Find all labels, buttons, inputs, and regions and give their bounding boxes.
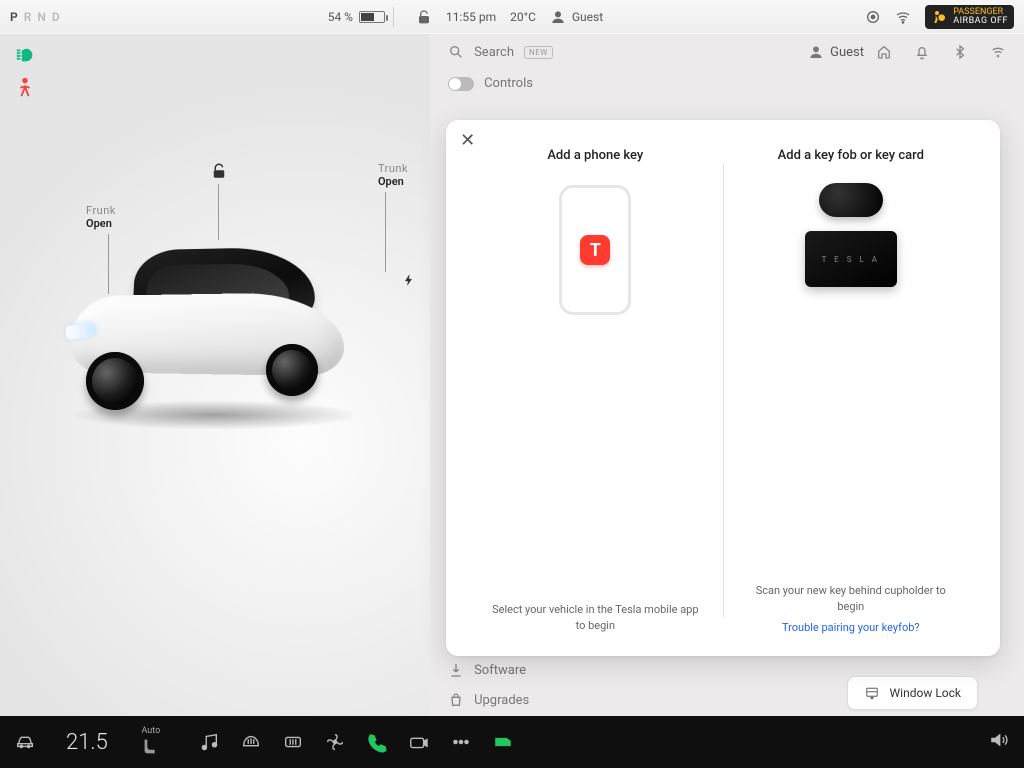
telltale-cluster bbox=[14, 44, 36, 98]
person-icon bbox=[808, 44, 824, 60]
fan-button[interactable] bbox=[324, 731, 346, 753]
trunk-button[interactable]: Trunk Open bbox=[378, 162, 408, 188]
phone-button[interactable] bbox=[366, 731, 388, 753]
settings-panel: Search NEW Guest Controls bbox=[430, 34, 1024, 716]
headlight-icon bbox=[14, 44, 36, 66]
volume-button[interactable] bbox=[988, 729, 1010, 755]
wifi-small-icon[interactable] bbox=[990, 44, 1006, 60]
camera-button[interactable] bbox=[408, 731, 430, 753]
vehicle-lock-button[interactable] bbox=[210, 162, 228, 184]
driver-profile-chip[interactable]: Guest bbox=[808, 44, 864, 60]
toggle-icon bbox=[448, 77, 474, 91]
seat-heater-button[interactable]: Auto bbox=[140, 726, 162, 758]
sentry-icon[interactable] bbox=[865, 9, 881, 25]
keycard-graphic: T E S L A bbox=[805, 231, 897, 287]
list-item-label: Software bbox=[474, 663, 526, 678]
profile-name: Guest bbox=[572, 10, 603, 24]
bluetooth-icon[interactable] bbox=[952, 44, 968, 60]
add-keyfob-option[interactable]: Add a key fob or key card T E S L A Scan… bbox=[724, 144, 978, 638]
option-desc: Select your vehicle in the Tesla mobile … bbox=[486, 602, 704, 634]
controls-label: Controls bbox=[484, 76, 533, 91]
clock: 11:55 pm bbox=[446, 10, 496, 24]
gear-selector: PRND bbox=[10, 10, 66, 24]
main-area: Frunk Open Trunk Open bbox=[0, 34, 1024, 716]
defrost-front-button[interactable] bbox=[240, 731, 262, 753]
airbag-warning: PASSENGERAIRBAG OFF bbox=[925, 5, 1014, 29]
bell-icon[interactable] bbox=[914, 44, 930, 60]
window-lock-icon bbox=[864, 685, 880, 701]
unlock-icon bbox=[416, 9, 432, 25]
outside-temp[interactable]: 20°C bbox=[510, 10, 536, 24]
tesla-app-icon: T bbox=[580, 235, 610, 265]
frunk-button[interactable]: Frunk Open bbox=[86, 204, 116, 230]
window-lock-button[interactable]: Window Lock bbox=[847, 676, 978, 710]
wifi-icon[interactable] bbox=[895, 9, 911, 25]
trouble-pairing-link[interactable]: Trouble pairing your keyfob? bbox=[782, 621, 920, 634]
bottom-dock: 21.5 Auto bbox=[0, 716, 1024, 768]
battery-status[interactable]: 54 % bbox=[328, 10, 385, 24]
cabin-temp[interactable]: 21.5 bbox=[66, 730, 108, 755]
add-phone-key-option[interactable]: Add a phone key T Select your vehicle in… bbox=[468, 144, 722, 638]
bag-icon bbox=[448, 692, 464, 708]
search-label: Search bbox=[474, 45, 514, 60]
status-bar: PRND 54 % 11:55 pm 20°C Guest PASSENGERA… bbox=[0, 0, 1024, 34]
settings-search[interactable]: Search NEW bbox=[448, 44, 796, 60]
profile-chip-label: Guest bbox=[830, 45, 864, 60]
settings-tab-controls[interactable]: Controls bbox=[430, 70, 1024, 97]
battery-percent: 54 % bbox=[328, 10, 353, 24]
more-apps-button[interactable] bbox=[450, 731, 472, 753]
new-badge: NEW bbox=[524, 46, 553, 59]
charge-port-button[interactable] bbox=[402, 272, 416, 291]
list-item-label: Upgrades bbox=[474, 693, 529, 708]
add-key-modal: ✕ Add a phone key T Select your vehicle … bbox=[446, 120, 1000, 656]
option-title: Add a phone key bbox=[547, 148, 643, 163]
search-icon bbox=[448, 44, 464, 60]
seat-mode-label: Auto bbox=[141, 726, 160, 736]
option-desc: Scan your new key behind cupholder to be… bbox=[742, 583, 960, 615]
profile-menu[interactable]: Guest bbox=[550, 9, 603, 25]
touchscreen: PRND 54 % 11:55 pm 20°C Guest PASSENGERA… bbox=[0, 0, 1024, 768]
person-icon bbox=[550, 9, 566, 25]
keys-graphic: T E S L A bbox=[805, 183, 897, 287]
vehicle-render bbox=[40, 234, 370, 434]
vehicle-panel: Frunk Open Trunk Open bbox=[0, 34, 430, 716]
music-button[interactable] bbox=[198, 731, 220, 753]
option-title: Add a key fob or key card bbox=[778, 148, 924, 163]
car-controls-button[interactable] bbox=[14, 729, 36, 755]
battery-icon bbox=[359, 11, 385, 23]
download-icon bbox=[448, 662, 464, 678]
close-button[interactable]: ✕ bbox=[460, 132, 475, 150]
dashcam-button[interactable] bbox=[492, 731, 514, 753]
phone-graphic: T bbox=[559, 185, 631, 315]
home-icon[interactable] bbox=[876, 44, 892, 60]
window-lock-label: Window Lock bbox=[890, 686, 961, 700]
defrost-rear-button[interactable] bbox=[282, 731, 304, 753]
seatbelt-warning-icon bbox=[14, 76, 36, 98]
keyfob-graphic bbox=[819, 183, 883, 217]
lock-status[interactable] bbox=[416, 9, 432, 25]
